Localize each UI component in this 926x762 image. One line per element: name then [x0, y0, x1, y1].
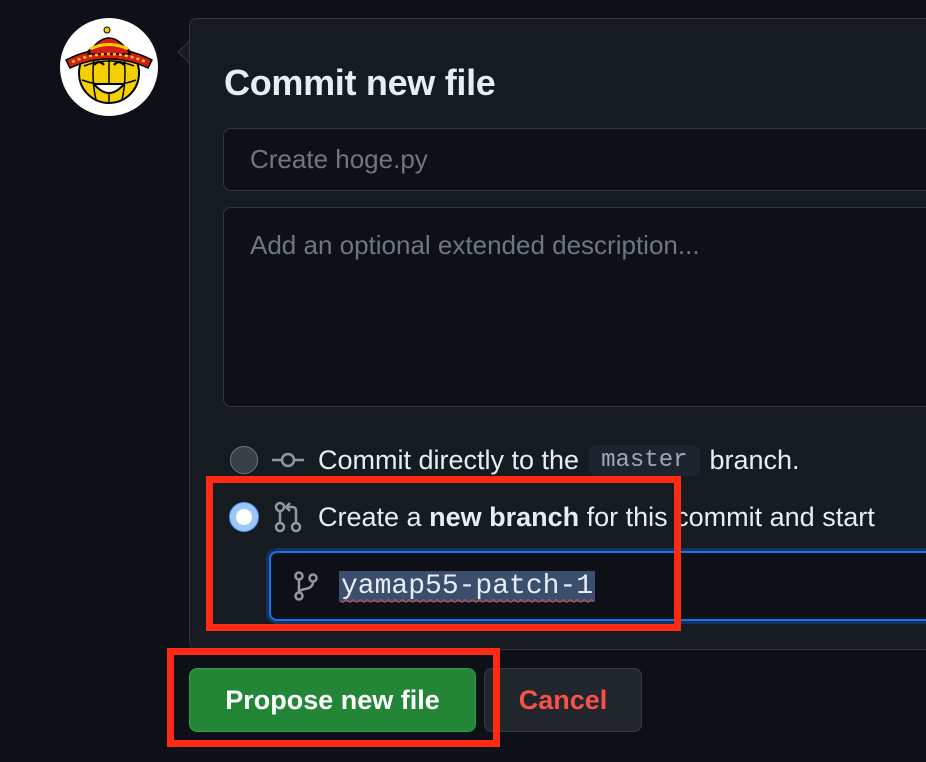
commit-title: Commit new file [224, 62, 496, 103]
new-branch-label: Create a new branch for this commit and … [318, 502, 875, 533]
commit-direct-label: Commit directly to the master branch. [318, 444, 800, 476]
git-branch-icon [293, 570, 323, 602]
commit-description-input[interactable] [223, 207, 926, 407]
commit-page: Commit new file Commit directly to the m… [0, 0, 926, 762]
git-commit-icon [270, 443, 306, 477]
commit-direct-option[interactable]: Commit directly to the master branch. [230, 443, 800, 477]
new-branch-radio[interactable] [230, 503, 258, 531]
avatar-image [64, 26, 154, 104]
cancel-button[interactable]: Cancel [484, 668, 642, 732]
commit-direct-suffix: branch. [709, 444, 800, 475]
commit-direct-radio[interactable] [230, 446, 258, 474]
commit-direct-prefix: Commit directly to the [318, 444, 580, 475]
propose-new-file-button[interactable]: Propose new file [189, 668, 476, 732]
git-pull-request-icon [270, 500, 306, 534]
commit-summary-input[interactable] [223, 128, 926, 191]
branch-name-code: master [589, 444, 700, 476]
branch-name-field[interactable]: yamap55-patch-1 [269, 551, 926, 621]
new-branch-suffix: for this commit and start [586, 501, 875, 532]
new-branch-prefix: Create a [318, 501, 422, 532]
new-branch-option[interactable]: Create a new branch for this commit and … [230, 500, 875, 534]
new-branch-bold: new branch [429, 501, 580, 532]
avatar[interactable] [60, 18, 158, 116]
branch-name-value[interactable]: yamap55-patch-1 [339, 570, 596, 602]
